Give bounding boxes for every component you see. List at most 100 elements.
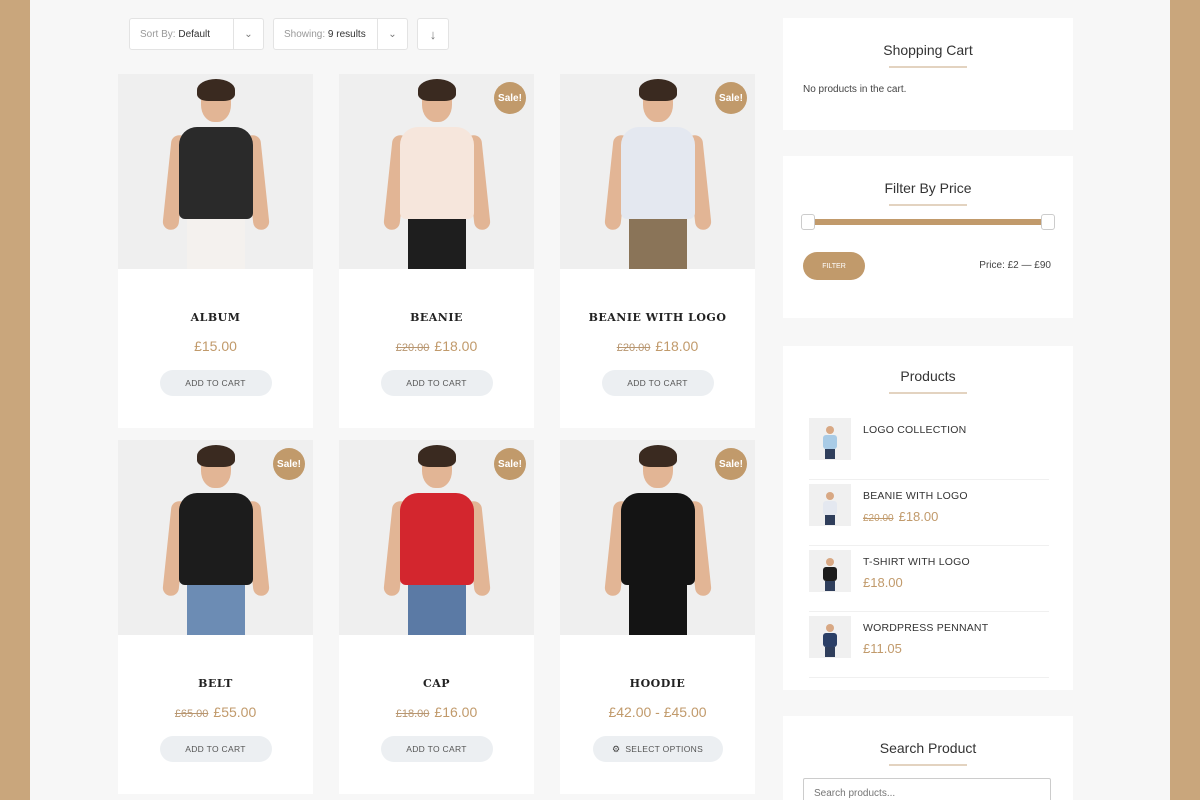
- old-price: £65.00: [174, 708, 209, 720]
- slider-handle-max[interactable]: [1041, 214, 1055, 230]
- results-count-label: Showing: 9 results: [284, 28, 366, 40]
- model-figure: [823, 558, 837, 592]
- model-shirt: [620, 127, 695, 219]
- product-name[interactable]: LOGO COLLECTION: [863, 424, 966, 436]
- model-legs: [186, 585, 245, 635]
- product-card[interactable]: ALBUM £15.00 ADD TO CART: [118, 74, 313, 428]
- current-price: £11.05: [863, 641, 902, 656]
- product-name[interactable]: T-SHIRT WITH LOGO: [863, 556, 970, 568]
- product-image[interactable]: [118, 74, 313, 269]
- model-shirt: [399, 127, 474, 219]
- price-range-label: Price: £2 — £90: [979, 260, 1051, 271]
- product-title[interactable]: BEANIE WITH LOGO: [560, 311, 755, 324]
- product-image[interactable]: Sale!: [339, 440, 534, 635]
- product-image[interactable]: Sale!: [339, 74, 534, 269]
- model-legs: [407, 219, 466, 269]
- product-title[interactable]: BELT: [118, 677, 313, 690]
- model-hair: [638, 445, 677, 467]
- model-figure: [161, 445, 271, 635]
- add-to-cart-button[interactable]: ADD TO CART: [380, 370, 493, 396]
- gear-icon: ⚙: [611, 743, 621, 754]
- model-figure: [823, 624, 837, 658]
- widget-title: Shopping Cart: [883, 42, 973, 58]
- search-product-widget: Search Product: [783, 716, 1073, 800]
- product-title[interactable]: HOODIE: [560, 677, 755, 690]
- sort-direction-button[interactable]: ↓: [417, 18, 449, 50]
- sort-label: Sort By: Default: [140, 28, 211, 40]
- cart-empty-message: No products in the cart.: [803, 84, 907, 95]
- products-widget: Products LOGO COLLECTION BEANIE WITH LOG…: [783, 346, 1073, 690]
- model-legs: [628, 585, 687, 635]
- product-title[interactable]: CAP: [339, 677, 534, 690]
- current-price: £15.00: [194, 338, 237, 354]
- shopping-cart-widget: Shopping Cart No products in the cart.: [783, 18, 1073, 130]
- product-thumbnail[interactable]: [809, 550, 851, 592]
- sale-badge: Sale!: [494, 82, 526, 114]
- product-card[interactable]: Sale! BELT £65.00 £55.00 ADD TO CART: [118, 440, 313, 794]
- shop-toolbar: Sort By: Default ⌄ Showing: 9 results ⌄ …: [129, 18, 449, 50]
- product-name[interactable]: BEANIE WITH LOGO: [863, 490, 968, 502]
- results-count-dropdown[interactable]: Showing: 9 results ⌄: [273, 18, 408, 50]
- price-range-slider[interactable]: [801, 214, 1055, 230]
- product-thumbnail[interactable]: [809, 484, 851, 526]
- product-price: £11.05: [863, 641, 902, 656]
- product-card[interactable]: Sale! HOODIE £42.00 - £45.00 ⚙ SELECT OPT…: [560, 440, 755, 794]
- add-to-cart-button[interactable]: ADD TO CART: [159, 736, 272, 762]
- sidebar-product-item[interactable]: WORDPRESS PENNANT £11.05: [809, 616, 1049, 678]
- product-thumbnail[interactable]: [809, 418, 851, 460]
- chevron-down-icon: ⌄: [233, 19, 263, 49]
- model-legs: [825, 581, 835, 591]
- model-hair: [638, 79, 677, 101]
- title-divider: [889, 66, 967, 68]
- model-legs: [825, 647, 835, 657]
- product-price: £20.00 £18.00: [560, 338, 755, 354]
- old-price: £20.00: [395, 342, 430, 354]
- add-to-cart-button[interactable]: ADD TO CART: [380, 736, 493, 762]
- product-price: £20.00 £18.00: [339, 338, 534, 354]
- button-label: ADD TO CART: [185, 744, 246, 754]
- sidebar-product-item[interactable]: T-SHIRT WITH LOGO £18.00: [809, 550, 1049, 612]
- sort-dropdown[interactable]: Sort By: Default ⌄: [129, 18, 264, 50]
- product-image[interactable]: Sale!: [560, 440, 755, 635]
- add-to-cart-button[interactable]: ADD TO CART: [159, 370, 272, 396]
- sidebar-product-item[interactable]: BEANIE WITH LOGO £20.00 £18.00: [809, 484, 1049, 546]
- search-input[interactable]: [803, 778, 1051, 800]
- current-price: £55.00: [213, 704, 257, 720]
- product-price: £18.00: [863, 575, 903, 590]
- product-price: £65.00 £55.00: [118, 704, 313, 720]
- model-figure: [382, 79, 492, 269]
- model-shirt: [620, 493, 695, 585]
- product-card[interactable]: Sale! BEANIE WITH LOGO £20.00 £18.00 ADD …: [560, 74, 755, 428]
- add-to-cart-button[interactable]: ADD TO CART: [601, 370, 714, 396]
- title-divider: [889, 204, 967, 206]
- button-label: ADD TO CART: [627, 378, 688, 388]
- shop-page: Sort By: Default ⌄ Showing: 9 results ⌄ …: [30, 0, 1170, 800]
- sidebar-product-item[interactable]: LOGO COLLECTION: [809, 418, 1049, 480]
- model-shirt: [399, 493, 474, 585]
- widget-title: Search Product: [879, 740, 977, 756]
- model-shirt: [178, 127, 253, 219]
- product-image[interactable]: Sale!: [118, 440, 313, 635]
- product-thumbnail[interactable]: [809, 616, 851, 658]
- model-hair: [417, 445, 456, 467]
- current-price: £18.00: [434, 338, 478, 354]
- button-label: ADD TO CART: [185, 378, 246, 388]
- current-price: £16.00: [434, 704, 478, 720]
- product-title[interactable]: BEANIE: [339, 311, 534, 324]
- product-card[interactable]: Sale! BEANIE £20.00 £18.00 ADD TO CART: [339, 74, 534, 428]
- filter-button[interactable]: FILTER: [803, 252, 865, 280]
- select-options-button[interactable]: ⚙ SELECT OPTIONS: [592, 736, 723, 762]
- product-image[interactable]: Sale!: [560, 74, 755, 269]
- title-divider: [889, 764, 967, 766]
- product-card[interactable]: Sale! CAP £18.00 £16.00 ADD TO CART: [339, 440, 534, 794]
- current-price: £18.00: [863, 575, 903, 590]
- model-shirt: [823, 435, 837, 449]
- model-head: [826, 558, 834, 566]
- product-name[interactable]: WORDPRESS PENNANT: [863, 622, 988, 634]
- current-price: £18.00: [655, 338, 699, 354]
- model-legs: [407, 585, 466, 635]
- slider-handle-min[interactable]: [801, 214, 815, 230]
- sale-badge: Sale!: [715, 448, 747, 480]
- product-title[interactable]: ALBUM: [118, 311, 313, 324]
- model-figure: [603, 445, 713, 635]
